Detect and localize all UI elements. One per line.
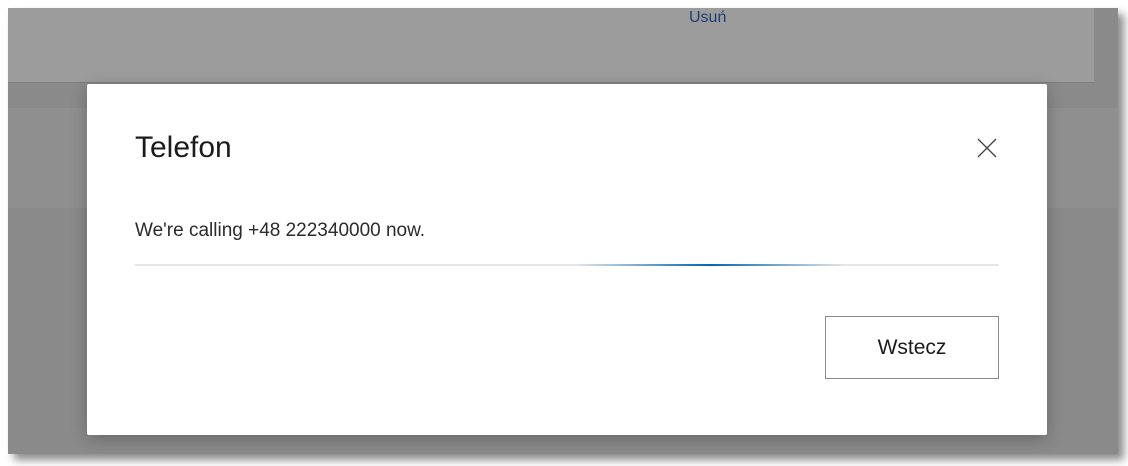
calling-message: We're calling +48 222340000 now.	[135, 220, 426, 241]
progress-indicator	[575, 264, 845, 266]
phone-dialog: Telefon We're calling +48 222340000 now.…	[87, 84, 1047, 435]
remove-link[interactable]: Usuń	[689, 8, 726, 28]
background-card: Usuń	[8, 8, 1094, 83]
progress-bar	[135, 264, 999, 266]
close-icon	[977, 138, 997, 158]
close-button[interactable]	[969, 130, 1005, 166]
dialog-title: Telefon	[135, 131, 232, 164]
back-button[interactable]: Wstecz	[825, 316, 999, 379]
